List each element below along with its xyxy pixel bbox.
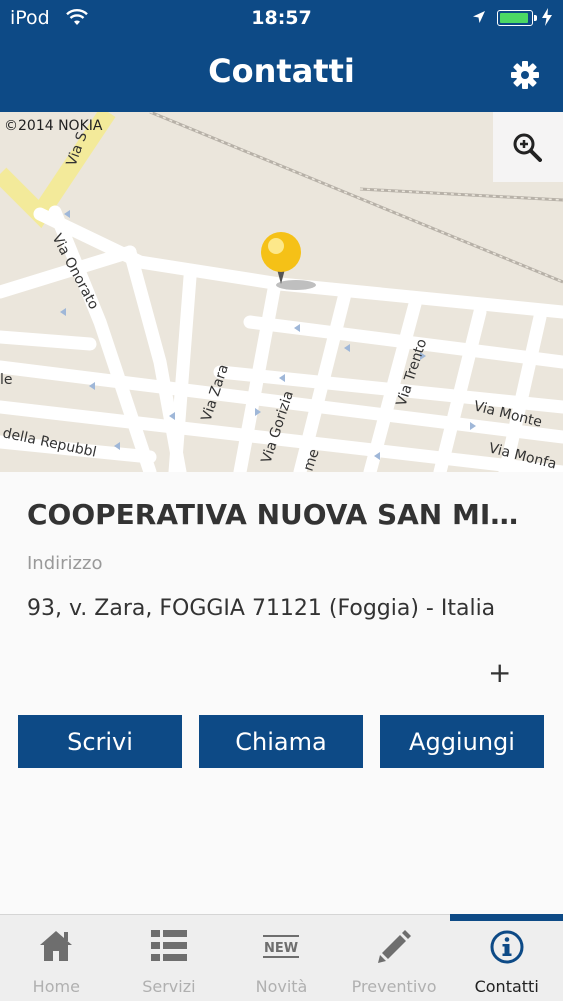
tab-home[interactable]: Home bbox=[0, 915, 113, 1001]
map-view[interactable]: Via S Via Onorato Via Zara Via Gorizia V… bbox=[0, 112, 563, 472]
battery-level bbox=[500, 13, 528, 23]
map-copyright: ©2014 NOKIA bbox=[4, 118, 103, 134]
write-button[interactable]: Scrivi bbox=[18, 715, 182, 768]
map-canvas: Via S Via Onorato Via Zara Via Gorizia V… bbox=[0, 112, 563, 472]
address-value: 93, v. Zara, FOGGIA 71121 (Foggia) - Ita… bbox=[27, 596, 496, 621]
tab-quote[interactable]: Preventivo bbox=[338, 915, 451, 1001]
tab-news[interactable]: NEW Novità bbox=[225, 915, 338, 1001]
street-label: le bbox=[0, 372, 13, 388]
new-icon-text: NEW bbox=[264, 941, 298, 956]
tab-label: Home bbox=[32, 977, 80, 996]
pencil-icon bbox=[378, 930, 412, 963]
gear-icon[interactable] bbox=[510, 60, 540, 90]
tab-label: Novità bbox=[255, 977, 308, 996]
zoom-in-icon bbox=[513, 133, 542, 162]
location-arrow-icon bbox=[473, 11, 485, 23]
zoom-button[interactable] bbox=[493, 112, 563, 182]
tab-label: Contatti bbox=[474, 977, 539, 996]
tab-contacts[interactable]: Contatti bbox=[450, 914, 563, 1001]
info-icon bbox=[490, 930, 524, 964]
charging-icon bbox=[542, 8, 552, 26]
list-icon bbox=[150, 930, 187, 961]
page-title: Contatti bbox=[208, 52, 355, 90]
tab-bar: Home Servizi NEW Novità Preventivo Conta… bbox=[0, 914, 563, 1001]
active-tab-indicator bbox=[450, 914, 563, 921]
call-button[interactable]: Chiama bbox=[199, 715, 363, 768]
address-label: Indirizzo bbox=[27, 553, 103, 574]
new-badge-icon: NEW bbox=[263, 935, 300, 958]
tab-label: Preventivo bbox=[351, 977, 437, 996]
tab-label: Servizi bbox=[142, 977, 196, 996]
battery-icon bbox=[497, 10, 537, 26]
app-header: iPod 18:57 Contatti bbox=[0, 0, 563, 112]
status-bar: iPod 18:57 bbox=[0, 0, 563, 36]
contact-name: COOPERATIVA NUOVA SAN MI… bbox=[27, 498, 519, 531]
tab-services[interactable]: Servizi bbox=[113, 915, 226, 1001]
add-contact-button[interactable]: Aggiungi bbox=[380, 715, 544, 768]
expand-button[interactable]: + bbox=[488, 656, 511, 689]
home-icon bbox=[40, 931, 73, 961]
